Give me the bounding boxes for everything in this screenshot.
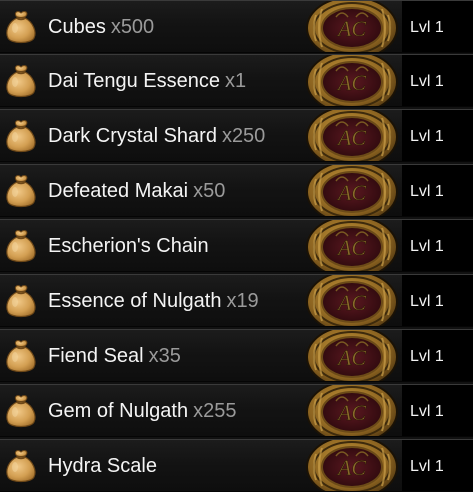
item-name: Cubes (48, 16, 106, 38)
item-bag-icon (2, 392, 40, 430)
item-label: Fiend Seal x35 (48, 330, 181, 381)
item-quantity: x19 (226, 290, 259, 312)
item-quantity: x1 (224, 70, 247, 92)
ac-coin-icon (302, 439, 402, 492)
item-level: Lvl 1 (410, 348, 444, 365)
ac-coin-icon (302, 329, 402, 382)
item-quantity: x500 (110, 16, 155, 38)
list-item[interactable]: Essence of Nulgath x19 Lvl 1 (0, 274, 473, 327)
level-cell: Lvl 1 (402, 440, 473, 491)
item-level: Lvl 1 (410, 73, 444, 90)
ac-coin-icon (302, 164, 402, 217)
item-quantity: x255 (193, 400, 237, 422)
item-bag-icon (2, 117, 40, 155)
list-item[interactable]: Fiend Seal x35 Lvl 1 (0, 329, 473, 382)
item-bag-icon (2, 172, 40, 210)
level-cell: Lvl 1 (402, 165, 473, 216)
level-cell: Lvl 1 (402, 1, 473, 52)
item-quantity: x250 (221, 125, 266, 147)
level-cell: Lvl 1 (402, 275, 473, 326)
item-level: Lvl 1 (410, 238, 444, 255)
list-item[interactable]: Escherion's Chain Lvl 1 (0, 219, 473, 272)
list-item[interactable]: Defeated Makai x50 Lvl 1 (0, 164, 473, 217)
item-label: Defeated Makai x50 (48, 165, 226, 216)
item-name: Essence of Nulgath (48, 290, 222, 312)
item-label: Dai Tengu Essence x1 (48, 55, 247, 106)
item-bag-icon (2, 337, 40, 375)
item-level: Lvl 1 (410, 293, 444, 310)
item-level: Lvl 1 (410, 183, 444, 200)
item-name: Dark Crystal Shard (48, 125, 217, 147)
inventory-list: Cubes x500 Lvl 1 Dai Tengu Essence x1 Lvl … (0, 0, 473, 492)
item-label: Cubes x500 (48, 1, 155, 52)
item-label: Essence of Nulgath x19 (48, 275, 259, 326)
item-label: Gem of Nulgath x255 (48, 385, 237, 436)
item-bag-icon (2, 227, 40, 265)
item-bag-icon (2, 8, 40, 46)
ac-coin-icon (302, 0, 402, 53)
level-cell: Lvl 1 (402, 330, 473, 381)
ac-coin-icon (302, 219, 402, 272)
ac-coin-icon (302, 109, 402, 162)
list-item[interactable]: Dai Tengu Essence x1 Lvl 1 (0, 54, 473, 107)
ac-coin-icon (302, 384, 402, 437)
ac-coin-icon (302, 54, 402, 107)
list-item[interactable]: Hydra Scale Lvl 1 (0, 439, 473, 492)
item-level: Lvl 1 (410, 128, 444, 145)
item-level: Lvl 1 (410, 458, 444, 475)
item-name: Hydra Scale (48, 455, 157, 477)
item-name: Dai Tengu Essence (48, 70, 220, 92)
level-cell: Lvl 1 (402, 385, 473, 436)
level-cell: Lvl 1 (402, 110, 473, 161)
item-level: Lvl 1 (410, 19, 444, 36)
item-label: Escherion's Chain (48, 220, 214, 271)
list-item[interactable]: Dark Crystal Shard x250 Lvl 1 (0, 109, 473, 162)
list-item[interactable]: Cubes x500 Lvl 1 (0, 0, 473, 53)
item-bag-icon (2, 62, 40, 100)
item-quantity: x35 (148, 345, 181, 367)
item-name: Gem of Nulgath (48, 400, 189, 422)
item-name: Defeated Makai (48, 180, 189, 202)
item-name: Fiend Seal (48, 345, 144, 367)
ac-coin-icon (302, 274, 402, 327)
list-item[interactable]: Gem of Nulgath x255 Lvl 1 (0, 384, 473, 437)
level-cell: Lvl 1 (402, 55, 473, 106)
level-cell: Lvl 1 (402, 220, 473, 271)
item-quantity: x50 (193, 180, 226, 202)
item-bag-icon (2, 282, 40, 320)
item-label: Dark Crystal Shard x250 (48, 110, 266, 161)
item-bag-icon (2, 447, 40, 485)
item-label: Hydra Scale (48, 440, 162, 491)
item-level: Lvl 1 (410, 403, 444, 420)
item-name: Escherion's Chain (48, 235, 209, 257)
